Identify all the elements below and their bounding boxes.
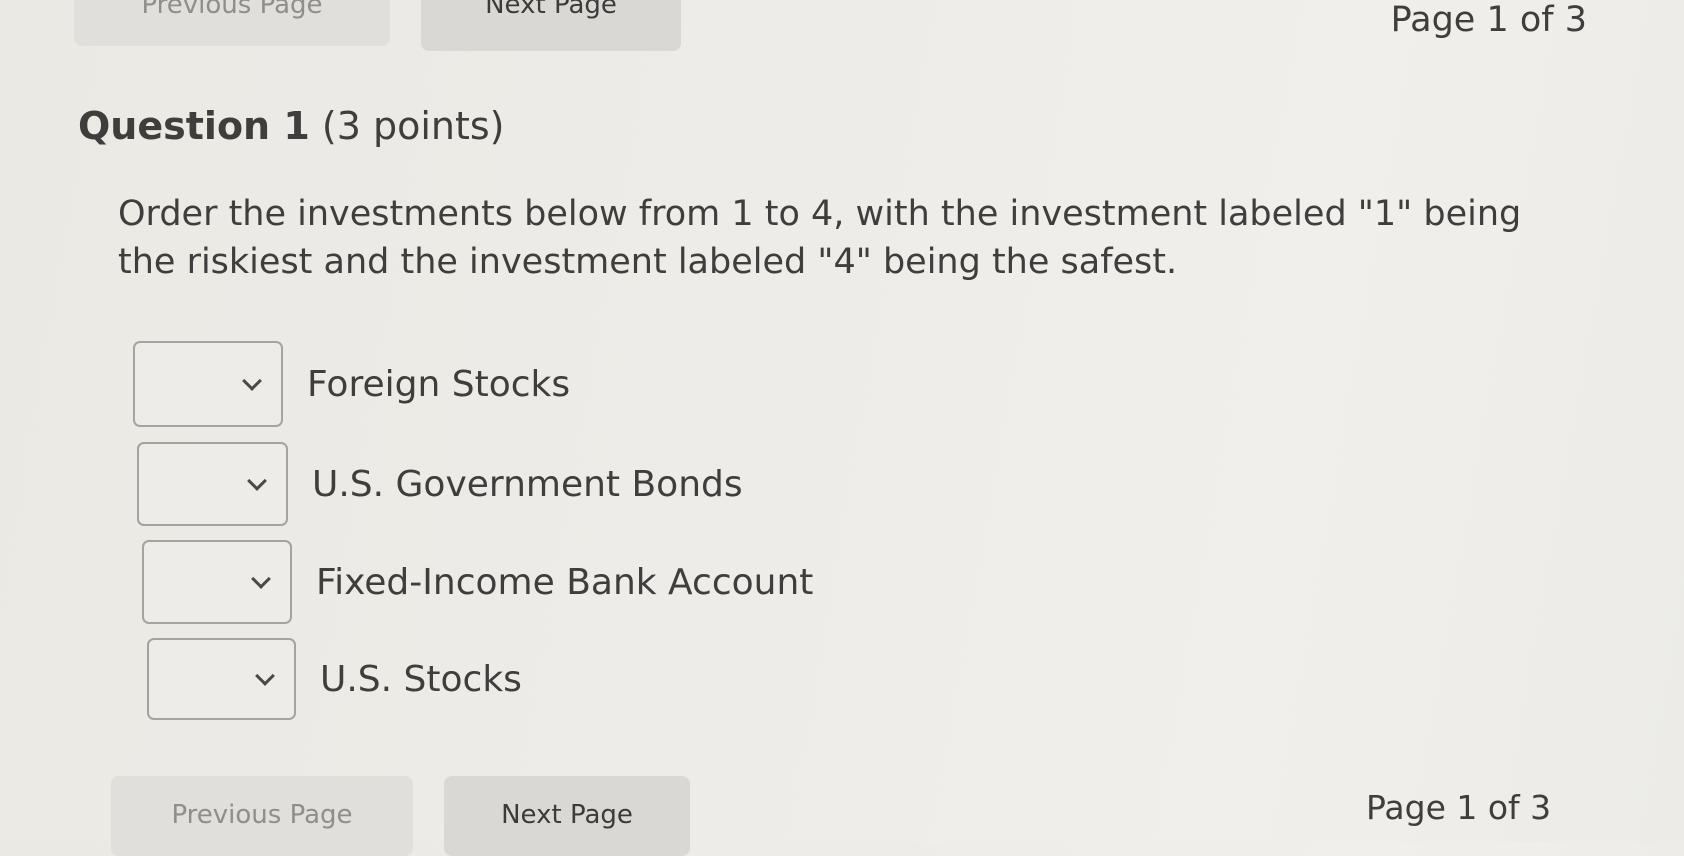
rank-select[interactable]	[147, 638, 296, 720]
chevron-down-icon	[247, 471, 267, 491]
chevron-down-icon	[242, 371, 262, 391]
item-label: U.S. Stocks	[320, 658, 522, 700]
chevron-down-icon	[251, 569, 271, 589]
next-page-button[interactable]: Next Page	[421, 0, 681, 51]
page-indicator: Page 1 of 3	[1390, 0, 1587, 40]
question-points: (3 points)	[321, 104, 505, 148]
previous-page-button[interactable]: Previous Page	[74, 0, 390, 46]
question-prompt: Order the investments below from 1 to 4,…	[118, 194, 1522, 282]
ordering-item: U.S. Stocks	[147, 638, 522, 720]
question-header: Question 1 (3 points)	[78, 104, 505, 148]
rank-select[interactable]	[133, 341, 283, 427]
rank-select[interactable]	[142, 540, 292, 624]
rank-select[interactable]	[137, 442, 288, 526]
ordering-item: Foreign Stocks	[133, 341, 570, 427]
item-label: Fixed-Income Bank Account	[316, 561, 814, 603]
ordering-item: U.S. Government Bonds	[137, 442, 743, 526]
previous-page-button[interactable]: Previous Page	[111, 776, 413, 856]
item-label: U.S. Government Bonds	[312, 463, 743, 505]
item-label: Foreign Stocks	[307, 363, 571, 405]
next-page-button[interactable]: Next Page	[444, 776, 690, 856]
question-title: Question 1	[78, 104, 310, 148]
chevron-down-icon	[255, 666, 275, 686]
page-indicator: Page 1 of 3	[1366, 788, 1552, 827]
ordering-item: Fixed-Income Bank Account	[142, 540, 813, 624]
